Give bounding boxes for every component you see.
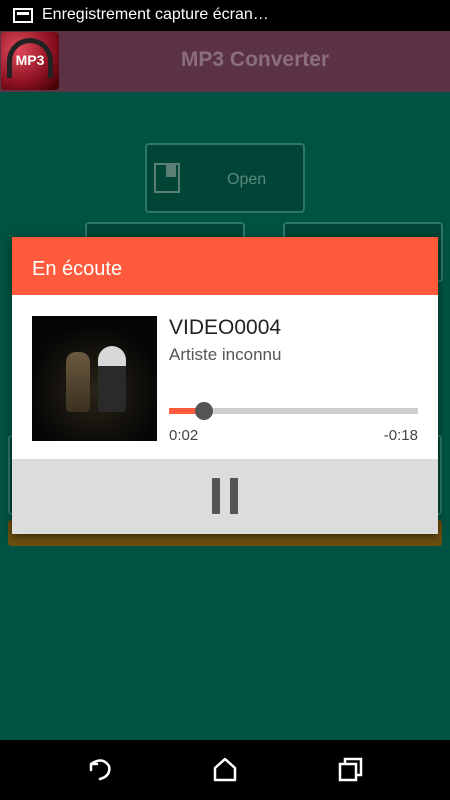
album-art-person	[66, 352, 90, 412]
open-button-label: Open	[227, 171, 267, 188]
recents-button[interactable]	[332, 752, 368, 788]
seek-bar-thumb[interactable]	[194, 402, 213, 420]
screenshot-icon	[13, 8, 33, 23]
track-title: VIDEO0004	[169, 316, 282, 339]
open-button[interactable]: Open	[145, 143, 305, 213]
dialog-title: En écoute	[32, 258, 123, 280]
time-remaining: -0:18	[383, 427, 418, 444]
pause-icon-bar	[230, 478, 238, 514]
status-bar: Enregistrement capture écran…	[0, 0, 450, 31]
recents-icon	[338, 757, 363, 782]
time-elapsed: 0:02	[169, 427, 199, 444]
home-icon	[213, 757, 237, 782]
playback-controls	[12, 459, 438, 534]
pause-icon	[212, 478, 220, 514]
app-logo-text: MP3	[15, 52, 45, 68]
pause-button[interactable]	[205, 471, 245, 521]
file-open-icon	[154, 163, 180, 193]
status-notification-text: Enregistrement capture écran…	[42, 6, 269, 23]
app-logo: MP3	[1, 32, 59, 90]
track-artist: Artiste inconnu	[169, 345, 282, 364]
now-playing-dialog: En écoute VIDEO0004 Artiste inconnu 0:02…	[12, 237, 438, 534]
album-art-rider	[98, 346, 126, 412]
back-button[interactable]	[82, 752, 118, 788]
app-title: MP3 Converter	[180, 48, 330, 71]
navigation-bar	[0, 740, 450, 800]
back-icon	[89, 759, 111, 781]
home-button[interactable]	[207, 752, 243, 788]
dialog-header: En écoute	[12, 237, 438, 295]
album-art	[32, 316, 157, 441]
seek-bar[interactable]	[169, 402, 418, 420]
